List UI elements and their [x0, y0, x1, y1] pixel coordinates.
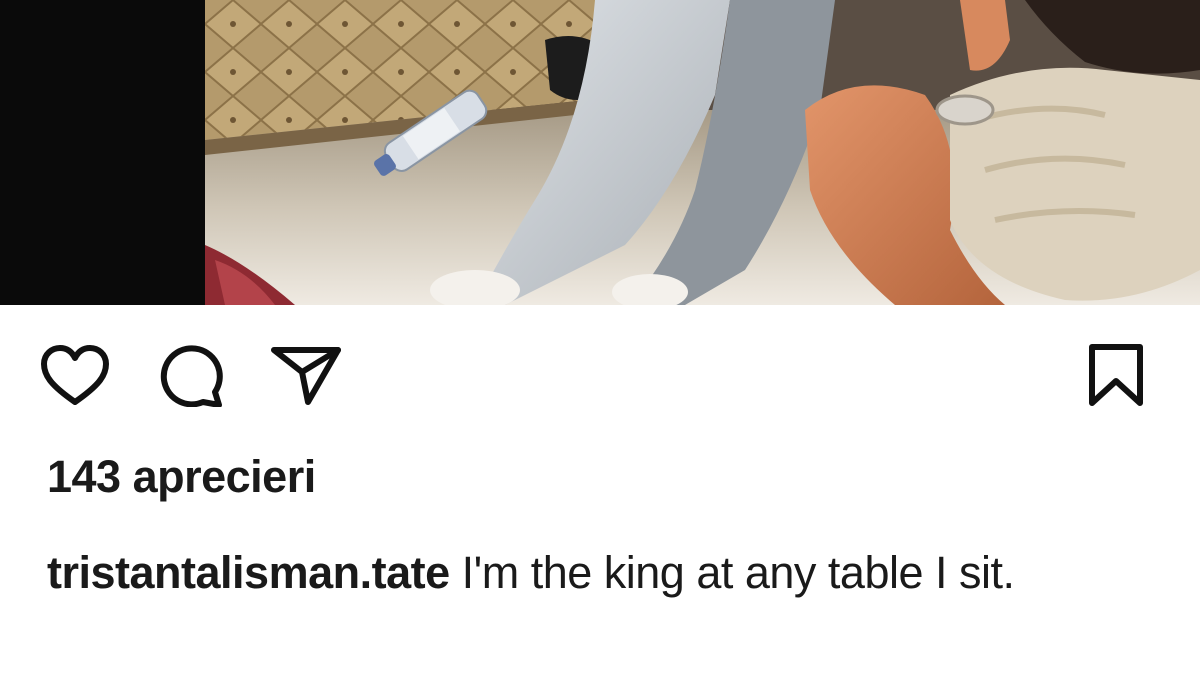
post-image	[205, 0, 1200, 305]
post-caption: tristantalisman.tate I'm the king at any…	[47, 541, 1127, 605]
speech-bubble-icon[interactable]	[157, 345, 225, 407]
caption-text: I'm the king at any table I sit.	[449, 547, 1015, 598]
paper-plane-icon[interactable]	[270, 344, 342, 406]
post-photo[interactable]	[0, 0, 1200, 305]
caption-username[interactable]: tristantalisman.tate	[47, 547, 450, 598]
heart-icon[interactable]	[40, 344, 110, 408]
likes-count[interactable]: 143 aprecieri	[47, 452, 316, 502]
bookmark-icon[interactable]	[1086, 343, 1146, 407]
